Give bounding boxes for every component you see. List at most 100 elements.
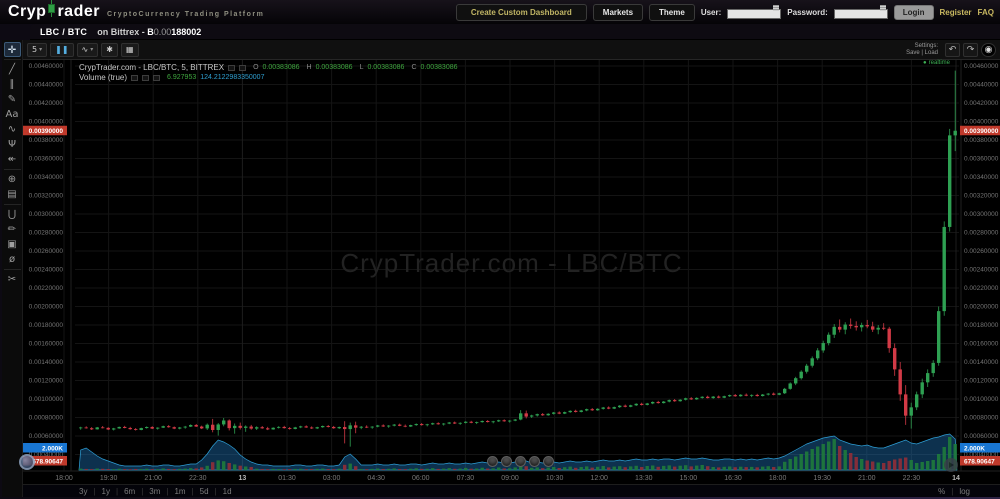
header-actions: Create Custom Dashboard Markets Theme Us… [456,3,994,21]
brush-tool[interactable]: ✎ [4,92,21,107]
close-value: 0.00383086 [421,63,458,73]
user-input[interactable] [727,9,781,19]
chart-canvas[interactable]: 0.004600000.004600000.004400000.00440000… [23,60,1000,484]
markets-button[interactable]: Markets [593,4,643,21]
app: Cryprader CryptoCurrency Trading Platfor… [0,0,1000,499]
volume-settings-icon[interactable] [142,75,149,81]
social-share-icon[interactable] [529,456,540,467]
close-label: C [411,63,416,73]
chevron-down-icon: ▾ [39,46,42,53]
separator: | [166,487,168,496]
logo[interactable]: Cryprader CryptoCurrency Trading Platfor… [8,3,264,21]
redo-icon: ↷ [967,45,975,55]
create-custom-dashboard-button[interactable]: Create Custom Dashboard [456,4,587,21]
indicators-button[interactable]: ∿▾ [77,43,99,57]
password-label: Password: [787,8,827,17]
social-share-icon[interactable] [543,456,554,467]
open-label: O [253,63,258,73]
social-share-row [487,456,554,467]
lock-drawings-tool[interactable]: ▣ [4,237,21,252]
legend-eye-icon[interactable] [228,65,235,71]
chevron-down-icon: ▾ [90,46,93,53]
compare-chart-icon[interactable]: ▦ [121,43,139,57]
range-1m[interactable]: 1m [174,487,185,496]
xabcd-pattern-tool[interactable]: ∿ [4,122,21,137]
forecast-tool[interactable]: Ψ [4,137,21,152]
undo-icon: ↶ [949,45,957,55]
range-3y[interactable]: 3y [79,487,87,496]
parallel-channel-tool[interactable]: ∥ [4,77,21,92]
undo-button[interactable]: ↶ [945,43,960,57]
bars-pattern-tool[interactable]: ▤ [4,187,21,202]
chart-main-column: 5▾❚❚∿▾✱▦ Settings: Save | Load ↶ ↷ ◉ 0.0… [23,40,1000,497]
range-1d[interactable]: 1d [223,487,232,496]
compare-chart-icon-icon: ▦ [126,45,134,54]
camera-icon: ◉ [985,45,993,55]
scale-mode-selector: % | log [938,487,970,496]
scale-%[interactable]: % [938,487,945,496]
logo-candle-icon [47,3,56,16]
toolbar-separator [4,269,21,270]
crosshair-tool[interactable]: ✛ [4,42,21,57]
chart-type-button[interactable]: ❚❚ [50,43,73,57]
snapshot-button[interactable]: ◉ [981,43,996,57]
remove-drawings-tool[interactable]: ✂ [4,272,21,287]
social-share-icon[interactable] [487,456,498,467]
separator: | [116,487,118,496]
hide-drawings-tool[interactable]: ø [4,252,21,267]
logo-text: Cryprader [8,3,100,21]
settings-gear-icon[interactable]: ✱ [101,43,118,57]
scale-log[interactable]: log [959,487,970,496]
toolbar-separator [4,59,21,60]
range-5d[interactable]: 5d [200,487,209,496]
separator: | [951,487,953,496]
user-label: User: [701,8,721,17]
social-share-icon[interactable] [501,456,512,467]
interval-button[interactable]: 5▾ [27,43,47,57]
range-3m[interactable]: 3m [149,487,160,496]
chart-toolbar-controls: 5▾❚❚∿▾✱▦ [27,43,139,57]
low-value: 0.00383086 [367,63,404,73]
social-share-icon[interactable] [515,456,526,467]
realtime-dot-icon: ● [923,60,927,66]
password-input[interactable] [834,9,888,19]
separator: | [215,487,217,496]
price-axis-left[interactable] [23,60,73,470]
text-tool[interactable]: Aa [4,107,21,122]
separator: | [192,487,194,496]
magnet-tool[interactable]: ⋃ [4,207,21,222]
toolbar-separator [4,204,21,205]
redo-button[interactable]: ↷ [963,43,978,57]
range-6m[interactable]: 6m [124,487,135,496]
trend-line-tool[interactable]: ╱ [4,62,21,77]
separator: | [141,487,143,496]
register-link[interactable]: Register [940,8,972,17]
faq-link[interactable]: FAQ [978,8,994,17]
candlestick-chart[interactable]: 0.004600000.004600000.004400000.00440000… [23,60,1000,484]
top-header: Cryprader CryptoCurrency Trading Platfor… [0,0,1000,24]
time-axis[interactable] [23,470,1000,484]
volume-close-icon[interactable] [153,75,160,81]
user-input-wrap [727,3,781,21]
legend-title[interactable]: CrypTrader.com - LBC/BTC, 5, BITTREX [79,63,224,73]
indicators-icon: ∿ [82,45,89,54]
legend-close-icon[interactable] [239,65,246,71]
range-selector: 3y|1y|6m|3m|1m|5d|1d [79,487,232,496]
drawing-mode-tool[interactable]: ✏ [4,222,21,237]
toolbar-separator [4,169,21,170]
theme-button[interactable]: Theme [649,4,695,21]
volume-eye-icon[interactable] [131,75,138,81]
price-axis-right[interactable] [960,60,1000,470]
exchange-price: on Bittrex - B0.00188002 [97,27,201,37]
chart-window: ✛╱∥✎Aa∿Ψ↞⊕▤⋃✏▣ø✂ 5▾❚❚∿▾✱▦ Settings: Save… [2,40,1000,497]
arrow-marks-tool[interactable]: ↞ [4,152,21,167]
chart-toolbar: 5▾❚❚∿▾✱▦ Settings: Save | Load ↶ ↷ ◉ [23,40,1000,60]
low-label: L [360,63,364,73]
volume-study-label[interactable]: Volume (true) [79,73,127,83]
login-button[interactable]: Login [894,5,934,20]
range-1y[interactable]: 1y [102,487,110,496]
zoom-in-tool[interactable]: ⊕ [4,172,21,187]
open-value: 0.00383086 [263,63,300,73]
settings-save-load[interactable]: Settings: Save | Load [906,43,938,57]
instrument-tab[interactable]: LBC / BTC on Bittrex - B0.00188002 [30,24,1000,40]
